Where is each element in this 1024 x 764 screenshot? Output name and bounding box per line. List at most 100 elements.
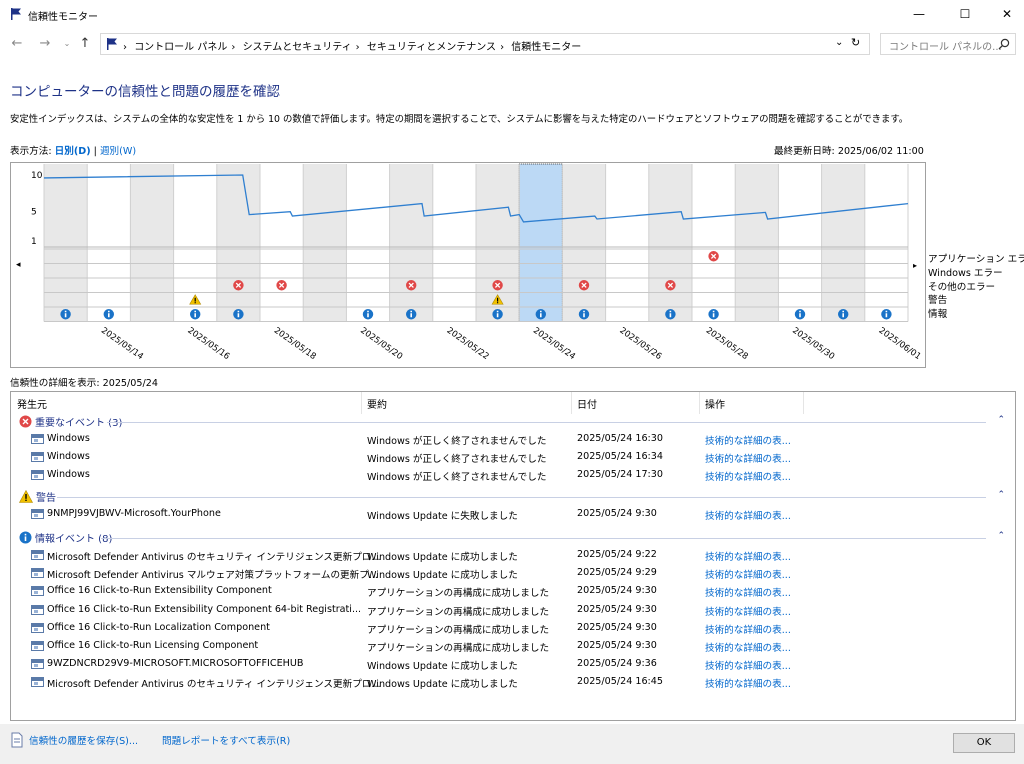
x-tick-label: 2025/05/24 [531,326,577,362]
table-row[interactable]: Microsoft Defender Antivirus のセキュリティ インテ… [11,673,1015,691]
table-row[interactable]: Office 16 Click-to-Run Extensibility Com… [11,582,1015,600]
application-icon [31,586,44,597]
table-row[interactable]: Windows Windows が正しく終了されませんでした 2025/05/24 … [11,466,1015,484]
page-title: コンピューターの信頼性と問題の履歴を確認 [10,84,280,100]
x-tick-label: 2025/05/22 [445,326,491,362]
breadcrumb-item-reliability-monitor[interactable]: 信頼性モニター [511,42,581,53]
info-icon [233,309,244,320]
recent-locations-chevron-icon[interactable]: ⌄ [58,34,76,54]
table-row[interactable]: 9NMPJ99VJBWV-Microsoft.YourPhone Windows … [11,505,1015,523]
address-bar[interactable]: › コントロール パネル › システムとセキュリティ › セキュリティとメンテナンス… [100,33,870,55]
collapse-chevron-icon[interactable]: ⌃ [997,490,1005,500]
view-all-reports-link[interactable]: 問題レポートをすべて表示(R) [162,733,290,747]
x-tick-label: 2025/05/16 [185,326,231,362]
collapse-chevron-icon[interactable]: ⌃ [997,415,1005,425]
row-date: 2025/05/24 9:30 [577,585,657,597]
column-header-source[interactable]: 発生元 [17,396,47,411]
view-separator: | [93,146,97,157]
info-icon [838,309,849,320]
stability-chart[interactable]: 10 5 1 2025/05/14 2025/05/16 2025/05/18 2025/0… [10,162,926,368]
info-icon [794,309,806,320]
technical-details-link[interactable]: 技術的な詳細の表... [705,549,791,563]
technical-details-link[interactable]: 技術的な詳細の表... [705,658,791,672]
row-date: 2025/05/24 9:36 [577,658,657,670]
row-date: 2025/05/24 9:30 [577,603,657,615]
x-tick-label: 2025/05/14 [99,326,145,362]
table-row[interactable]: Windows Windows が正しく終了されませんでした 2025/05/24 … [11,448,1015,466]
up-arrow-icon[interactable]: ↑ [76,34,94,54]
technical-details-link[interactable]: 技術的な詳細の表... [705,585,791,599]
row-date: 2025/05/24 16:30 [577,433,663,444]
day-column-shade [735,164,779,322]
row-date: 2025/05/24 9:29 [577,567,657,579]
legend-application-errors: アプリケーション エラー [928,254,1024,265]
technical-details-link[interactable]: 技術的な詳細の表... [705,676,791,690]
breadcrumb-item-security-maintenance[interactable]: セキュリティとメンテナンス [367,42,496,53]
column-header-date[interactable]: 日付 [577,396,597,411]
back-arrow-icon[interactable]: ← [8,34,26,54]
row-source: Microsoft Defender Antivirus マルウェア対策プラット… [47,570,378,582]
technical-details-link[interactable]: 技術的な詳細の表... [705,469,791,483]
technical-details-link[interactable]: 技術的な詳細の表... [705,433,791,447]
row-date: 2025/05/24 9:22 [577,549,657,560]
row-source: Office 16 Click-to-Run Extensibility Com… [47,585,272,597]
column-header-summary[interactable]: 要約 [367,396,387,411]
info-icon [190,309,201,320]
technical-details-link[interactable]: 技術的な詳細の表... [705,567,791,581]
info-icon [362,309,374,320]
error-icon [276,280,287,291]
row-source: Windows [47,451,90,463]
group-header[interactable]: 情報イベント (8) [19,530,112,545]
row-source: 9NMPJ99VJBWV-Microsoft.YourPhone [47,508,221,519]
group-label: 警告 [36,493,56,504]
column-header-action[interactable]: 操作 [705,396,725,411]
row-source: 9WZDNCRD29V9-MICROSOFT.MICROSOFTOFFICEHU… [47,658,304,670]
y-tick-label: 1 [31,237,37,247]
breadcrumb-item-system-security[interactable]: システムとセキュリティ [243,42,352,53]
table-row[interactable]: Office 16 Click-to-Run Localization Comp… [11,619,1015,637]
technical-details-link[interactable]: 技術的な詳細の表... [705,604,791,618]
row-summary: Windows が正しく終了されませんでした [367,472,547,484]
view-daily-link[interactable]: 日別(D) [55,146,91,157]
scroll-right-arrow-icon[interactable]: ▸ [913,261,917,270]
day-column-shade [389,164,433,322]
close-button[interactable]: ✕ [984,0,1024,28]
day-column-shade [130,164,174,322]
maximize-button[interactable]: ☐ [942,0,988,28]
minimize-button[interactable]: — [896,0,942,28]
technical-details-link[interactable]: 技術的な詳細の表... [705,508,791,522]
collapse-chevron-icon[interactable]: ⌃ [997,531,1005,541]
search-box[interactable]: コントロール パネルの... [880,33,1016,55]
table-row[interactable]: Office 16 Click-to-Run Extensibility Com… [11,601,1015,619]
refresh-icon[interactable]: ↻ [851,36,860,49]
error-icon [578,280,590,291]
technical-details-link[interactable]: 技術的な詳細の表... [705,640,791,654]
table-row[interactable]: 9WZDNCRD29V9-MICROSOFT.MICROSOFTOFFICEHU… [11,655,1015,673]
view-weekly-link[interactable]: 週別(W) [100,146,136,157]
row-summary: Windows Update に失敗しました [367,511,518,522]
error-icon [492,280,503,291]
technical-details-link[interactable]: 技術的な詳細の表... [705,451,791,465]
forward-arrow-icon[interactable]: → [36,34,54,54]
table-row[interactable]: Windows Windows が正しく終了されませんでした 2025/05/24 … [11,430,1015,448]
application-icon [31,550,44,560]
address-dropdown-chevron-icon[interactable]: ⌄ [835,37,843,48]
stability-chart-svg[interactable]: 10 5 1 2025/05/14 2025/05/16 2025/05/18 2025/0… [11,163,925,367]
info-icon [492,309,503,320]
group-header[interactable]: 警告 [18,489,56,504]
ok-button[interactable]: OK [953,733,1015,753]
application-icon [31,659,44,670]
table-row[interactable]: Office 16 Click-to-Run Licensing Compone… [11,637,1015,655]
info-icon [535,309,546,320]
breadcrumb-item-control-panel[interactable]: コントロール パネル [134,42,227,53]
technical-details-link[interactable]: 技術的な詳細の表... [705,622,791,636]
save-history-link[interactable]: 信頼性の履歴を保存(S)... [29,733,138,747]
application-icon [31,568,44,579]
row-source: Office 16 Click-to-Run Extensibility Com… [47,603,362,615]
error-icon [708,251,719,262]
scroll-left-arrow-icon[interactable]: ◂ [16,260,21,270]
day-column-shade [44,164,88,322]
table-row[interactable]: Microsoft Defender Antivirus のセキュリティ インテ… [11,546,1015,564]
last-updated-text: 最終更新日時: 2025/06/02 11:00 [774,146,924,157]
table-row[interactable]: Microsoft Defender Antivirus マルウェア対策プラット… [11,564,1015,582]
